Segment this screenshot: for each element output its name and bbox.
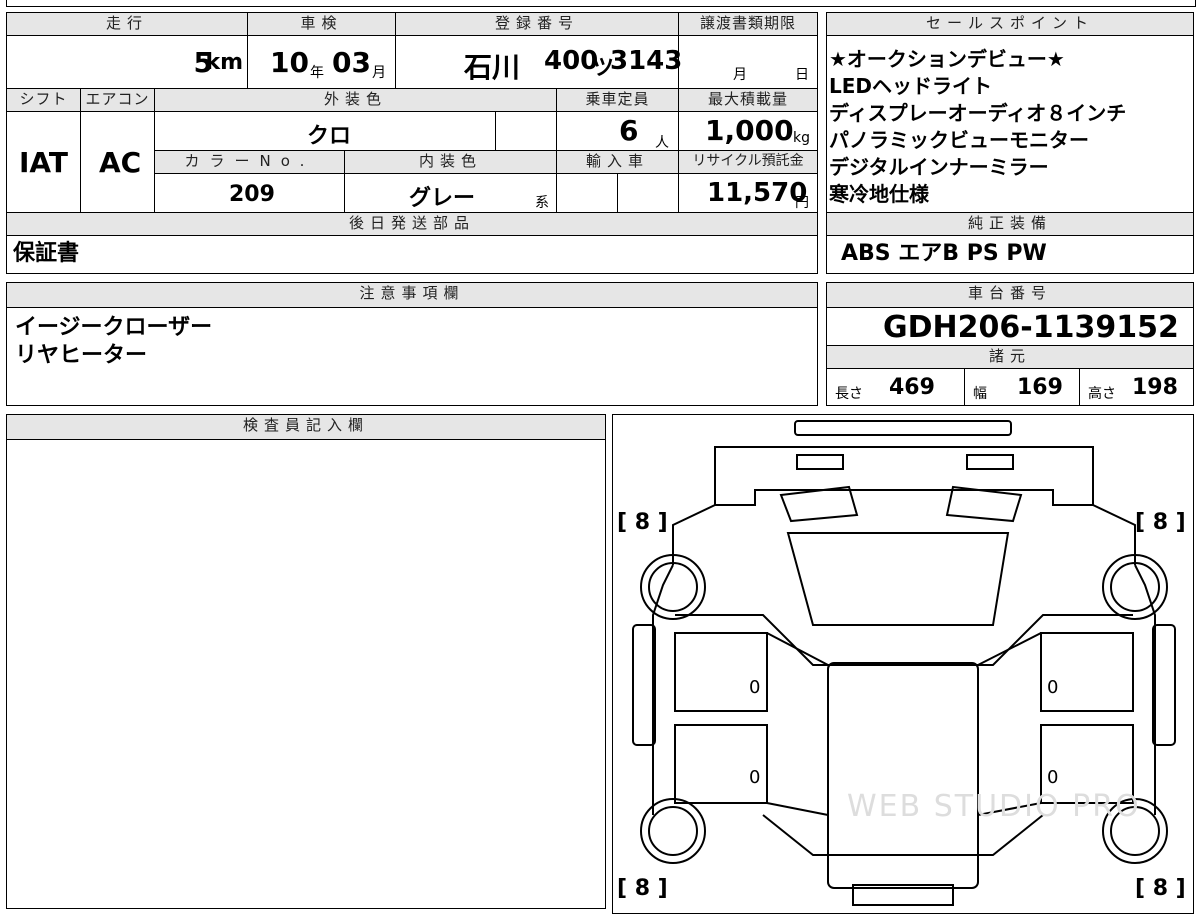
exterior-color-header: 外装色 — [154, 88, 557, 112]
top-strip — [6, 0, 1196, 7]
spec-width-cell: 幅 169 — [964, 368, 1080, 406]
max-load-header: 最大積載量 — [678, 88, 818, 112]
spec-length-label: 長さ — [835, 386, 863, 402]
registration-header: 登録番号 — [395, 12, 679, 36]
deadline-day-unit: 日 — [795, 67, 809, 83]
ac-value: AC — [99, 146, 142, 179]
inspection-month: 03 — [332, 46, 371, 79]
interior-color-cell: グレー 系 — [344, 173, 557, 213]
recycle-value: 11,570 — [707, 178, 808, 208]
vehicle-diagram: [ 8 ] [ 8 ] [ 8 ] [ 8 ] 0 0 0 0 WEB STUD… — [612, 414, 1194, 914]
sales-points-cell: ★オークションデビュー★ LEDヘッドライト ディスプレーオーディオ８インチ パ… — [826, 35, 1194, 213]
panel-left-front-mark: 0 — [749, 677, 761, 698]
shift-cell: IAT — [6, 111, 81, 213]
sales-point-item: 寒冷地仕様 — [829, 182, 929, 206]
genuine-equipment-value: ABS エアB PS PW — [841, 241, 1047, 266]
chassis-cell: GDH206-1139152 — [826, 307, 1194, 346]
exterior-color-cell: クロ — [154, 111, 496, 151]
color-no-cell: 209 — [154, 173, 345, 213]
panel-right-rear-mark: 0 — [1047, 767, 1059, 788]
recycle-cell: 11,570 円 — [678, 173, 818, 213]
inspection-header: 車検 — [247, 12, 396, 36]
genuine-equipment-header: 純正装備 — [826, 212, 1194, 236]
recycle-header: リサイクル預託金 — [678, 150, 818, 174]
interior-color-suffix: 系 — [535, 195, 549, 211]
color-no-header: カラーNo. — [154, 150, 345, 174]
plate-number: 3143 — [610, 46, 683, 76]
transfer-deadline-header: 譲渡書類期限 — [678, 12, 818, 36]
vehicle-outline — [632, 420, 1176, 906]
later-parts-header: 後日発送部品 — [6, 212, 818, 236]
tire-rear-left: [ 8 ] — [617, 876, 668, 901]
spec-height-cell: 高さ 198 — [1079, 368, 1194, 406]
interior-color-value: グレー — [409, 186, 476, 211]
ac-header: エアコン — [80, 88, 155, 112]
notes-cell: イージークローザー リヤヒーター — [6, 307, 818, 406]
exterior-color-extra — [495, 111, 557, 151]
capacity-value: 6 — [619, 114, 639, 147]
mileage-unit: km — [205, 50, 243, 75]
sales-point-item: LEDヘッドライト — [829, 74, 993, 98]
notes-header: 注意事項欄 — [6, 282, 818, 308]
spec-length-cell: 長さ 469 — [826, 368, 965, 406]
chassis-number: GDH206-1139152 — [883, 310, 1179, 345]
spec-length-value: 469 — [889, 375, 935, 400]
capacity-cell: 6 人 — [556, 111, 679, 151]
sales-point-item: デジタルインナーミラー — [829, 155, 1049, 179]
mileage-header: 走行 — [6, 12, 248, 36]
chassis-header: 車台番号 — [826, 282, 1194, 308]
later-parts-value: 保証書 — [13, 241, 80, 266]
genuine-equipment-cell: ABS エアB PS PW — [826, 235, 1194, 274]
exterior-color-value: クロ — [307, 124, 352, 149]
tire-front-right: [ 8 ] — [1135, 510, 1186, 535]
tire-rear-right: [ 8 ] — [1135, 876, 1186, 901]
inspector-header: 検査員記入欄 — [6, 414, 606, 440]
notes-line: イージークローザー — [15, 315, 213, 340]
inspector-area — [6, 439, 606, 909]
spec-width-value: 169 — [1017, 375, 1063, 400]
recycle-unit: 円 — [795, 195, 809, 211]
plate-class: 400 — [544, 46, 599, 76]
shift-value: IAT — [19, 146, 69, 179]
sales-point-item: ★オークションデビュー★ — [829, 47, 1065, 71]
notes-line: リヤヒーター — [15, 343, 148, 368]
capacity-unit: 人 — [655, 135, 669, 151]
inspection-cell: 10 年 03 月 — [247, 35, 396, 89]
specs-header: 諸元 — [826, 345, 1194, 369]
shift-header: シフト — [6, 88, 81, 112]
import-header: 輸入車 — [556, 150, 679, 174]
inspection-year-unit: 年 — [310, 65, 324, 81]
capacity-header: 乗車定員 — [556, 88, 679, 112]
sales-points-header: セールスポイント — [826, 12, 1194, 36]
spec-width-label: 幅 — [973, 386, 987, 402]
max-load-cell: 1,000 kg — [678, 111, 818, 151]
tire-front-left: [ 8 ] — [617, 510, 668, 535]
spec-height-label: 高さ — [1088, 386, 1116, 402]
import-cell-b — [617, 173, 679, 213]
watermark: WEB STUDIO PRO — [847, 789, 1141, 824]
plate-region: 石川 — [464, 51, 521, 84]
spec-height-value: 198 — [1132, 375, 1178, 400]
import-cell-a — [556, 173, 618, 213]
inspection-month-unit: 月 — [372, 65, 386, 81]
panel-left-rear-mark: 0 — [749, 767, 761, 788]
interior-color-header: 内装色 — [344, 150, 557, 174]
color-no-value: 209 — [229, 182, 275, 207]
sales-point-item: ディスプレーオーディオ８インチ — [829, 101, 1127, 125]
mileage-cell: 5 km — [6, 35, 248, 89]
sales-point-item: パノラミックビューモニター — [829, 128, 1089, 152]
transfer-deadline-cell: 月 日 — [678, 35, 818, 89]
panel-right-front-mark: 0 — [1047, 677, 1059, 698]
sales-points-list: ★オークションデビュー★ LEDヘッドライト ディスプレーオーディオ８インチ パ… — [829, 46, 1126, 208]
registration-cell: 石川 400 ツ 3143 — [395, 35, 683, 89]
later-parts-cell: 保証書 — [6, 235, 818, 274]
ac-cell: AC — [80, 111, 155, 213]
deadline-month-unit: 月 — [733, 67, 747, 83]
max-load-value: 1,000 — [705, 114, 794, 147]
max-load-unit: kg — [793, 130, 810, 146]
inspection-year: 10 — [270, 46, 309, 79]
